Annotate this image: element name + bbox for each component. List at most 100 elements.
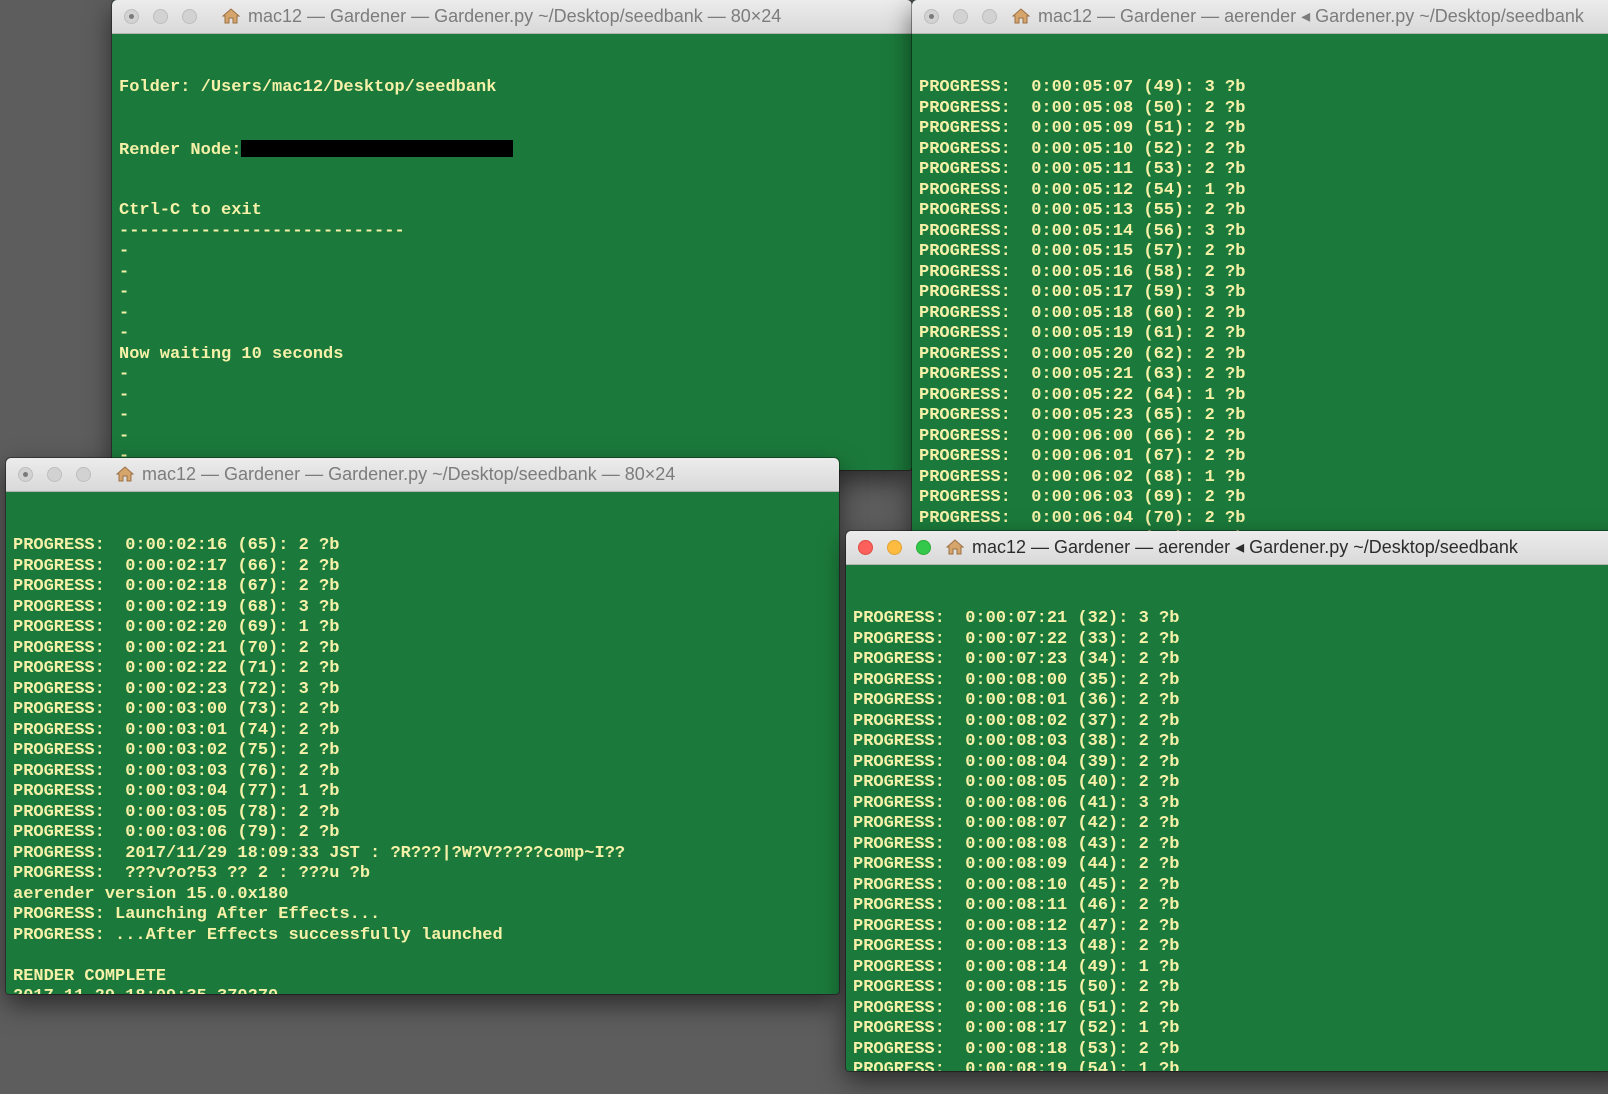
terminal-window-gardener-main[interactable]: mac12 — Gardener — Gardener.py ~/Desktop…	[112, 0, 912, 470]
window-title: mac12 — Gardener — Gardener.py ~/Desktop…	[116, 458, 675, 491]
terminal-line: -	[119, 262, 130, 282]
window-titlebar[interactable]: mac12 — Gardener — Gardener.py ~/Desktop…	[112, 0, 912, 34]
terminal-lines: PROGRESS: 0:00:05:07 (49): 3 ?b PROGRESS:…	[919, 78, 1608, 540]
terminal-line: PROGRESS: 0:00:07:23 (34): 2 ?b	[853, 650, 1180, 669]
desktop: mac12 — Gardener — Gardener.py ~/Desktop…	[0, 0, 1608, 1094]
terminal-line: -	[119, 426, 130, 446]
terminal-line: PROGRESS: 0:00:08:04 (39): 2 ?b	[853, 752, 1180, 772]
minimize-icon[interactable]	[47, 467, 62, 482]
terminal-line: PROGRESS: 0:00:02:21 (70): 2 ?b	[13, 638, 340, 658]
terminal-line-render-node: Render Node:	[119, 139, 912, 161]
terminal-line: PROGRESS: 0:00:08:19 (54): 1 ?b	[853, 1060, 1180, 1071]
zoom-icon[interactable]	[76, 467, 91, 482]
terminal-output[interactable]: PROGRESS: 0:00:07:21 (32): 3 ?b PROGRESS:…	[846, 565, 1608, 1071]
terminal-line: PROGRESS: 0:00:08:00 (35): 2 ?b	[853, 670, 1180, 690]
window-title-text: mac12 — Gardener — aerender ◂ Gardener.p…	[972, 537, 1518, 557]
terminal-line: PROGRESS: 0:00:07:22 (33): 2 ?b	[853, 629, 1180, 649]
terminal-line: PROGRESS: 0:00:08:06 (41): 3 ?b	[853, 793, 1180, 813]
home-icon	[1012, 8, 1030, 24]
terminal-line: PROGRESS: 0:00:05:11 (53): 2 ?b	[919, 160, 1246, 179]
terminal-output[interactable]: Folder: /Users/mac12/Desktop/seedbank Re…	[112, 34, 912, 470]
minimize-icon[interactable]	[153, 9, 168, 24]
terminal-line: PROGRESS: 0:00:08:03 (38): 2 ?b	[853, 732, 1180, 751]
terminal-line: -	[119, 242, 130, 261]
terminal-line: PROGRESS: 0:00:08:12 (47): 2 ?b	[853, 916, 1180, 936]
terminal-line: PROGRESS: 0:00:02:18 (67): 2 ?b	[13, 577, 340, 596]
terminal-line: PROGRESS: 0:00:08:11 (46): 2 ?b	[853, 896, 1180, 915]
home-icon	[222, 8, 240, 24]
terminal-line: PROGRESS: 0:00:08:02 (37): 2 ?b	[853, 711, 1180, 731]
terminal-line: PROGRESS: 0:00:05:23 (65): 2 ?b	[919, 406, 1246, 425]
window-controls	[124, 9, 211, 25]
terminal-line: PROGRESS: 0:00:05:09 (51): 2 ?b	[919, 119, 1246, 138]
terminal-line: -	[119, 406, 130, 425]
terminal-line: PROGRESS: 0:00:06:02 (68): 1 ?b	[919, 467, 1246, 487]
terminal-line: PROGRESS: 0:00:08:17 (52): 1 ?b	[853, 1019, 1180, 1038]
terminal-line: PROGRESS: 0:00:03:02 (75): 2 ?b	[13, 741, 340, 760]
terminal-line: PROGRESS: 0:00:06:04 (70): 2 ?b	[919, 508, 1246, 528]
terminal-window-aerender-1[interactable]: mac12 — Gardener — aerender ◂ Gardener.p…	[912, 0, 1608, 540]
terminal-line: PROGRESS: 0:00:02:19 (68): 3 ?b	[13, 597, 340, 617]
terminal-line: PROGRESS: 0:00:08:10 (45): 2 ?b	[853, 875, 1180, 895]
terminal-line: PROGRESS: 0:00:07:21 (32): 3 ?b	[853, 609, 1180, 628]
terminal-line: PROGRESS: 0:00:05:17 (59): 3 ?b	[919, 283, 1246, 302]
terminal-line: PROGRESS: 0:00:08:15 (50): 2 ?b	[853, 978, 1180, 997]
zoom-icon[interactable]	[982, 9, 997, 24]
terminal-line: 2017-11-29 18:09:35.370270	[13, 987, 839, 994]
window-title: mac12 — Gardener — aerender ◂ Gardener.p…	[1012, 0, 1584, 33]
close-icon[interactable]	[858, 540, 873, 555]
terminal-line: PROGRESS: 0:00:05:21 (63): 2 ?b	[919, 365, 1246, 384]
terminal-line: PROGRESS: 0:00:05:14 (56): 3 ?b	[919, 221, 1246, 241]
terminal-line: -	[119, 324, 130, 343]
window-controls	[18, 467, 105, 483]
terminal-line: -	[119, 365, 130, 384]
terminal-line: PROGRESS: 0:00:03:01 (74): 2 ?b	[13, 720, 340, 740]
terminal-line: PROGRESS: 0:00:08:13 (48): 2 ?b	[853, 937, 1180, 956]
terminal-line: RENDER COMPLETE	[13, 966, 167, 986]
terminal-line: PROGRESS: 0:00:06:03 (69): 2 ?b	[919, 488, 1246, 507]
terminal-line: ----------------------------	[119, 221, 405, 241]
terminal-output[interactable]: PROGRESS: 0:00:05:07 (49): 3 ?b PROGRESS:…	[912, 34, 1608, 540]
terminal-lines: Ctrl-C to exit --------------------------…	[119, 201, 912, 470]
window-titlebar[interactable]: mac12 — Gardener — aerender ◂ Gardener.p…	[846, 531, 1608, 565]
zoom-icon[interactable]	[182, 9, 197, 24]
window-title: mac12 — Gardener — aerender ◂ Gardener.p…	[946, 531, 1518, 564]
close-icon[interactable]	[18, 467, 33, 482]
redacted-block	[241, 139, 514, 157]
minimize-icon[interactable]	[887, 540, 902, 555]
window-titlebar[interactable]: mac12 — Gardener — aerender ◂ Gardener.p…	[912, 0, 1608, 34]
minimize-icon[interactable]	[953, 9, 968, 24]
terminal-line: PROGRESS: 0:00:03:00 (73): 2 ?b	[13, 700, 340, 719]
terminal-line: PROGRESS: 2017/11/29 18:09:33 JST : ?R??…	[13, 843, 626, 863]
terminal-line: -	[119, 283, 130, 302]
terminal-lines: PROGRESS: 0:00:02:16 (65): 2 ?b PROGRESS:…	[13, 536, 839, 994]
terminal-line: -	[119, 385, 130, 405]
window-title: mac12 — Gardener — Gardener.py ~/Desktop…	[222, 0, 781, 33]
terminal-lines: PROGRESS: 0:00:07:21 (32): 3 ?b PROGRESS:…	[853, 609, 1608, 1071]
terminal-line: PROGRESS: 0:00:05:07 (49): 3 ?b	[919, 78, 1246, 97]
close-icon[interactable]	[124, 9, 139, 24]
terminal-window-aerender-2[interactable]: mac12 — Gardener — aerender ◂ Gardener.p…	[846, 531, 1608, 1071]
terminal-line: PROGRESS: 0:00:06:01 (67): 2 ?b	[919, 447, 1246, 466]
window-controls	[858, 540, 945, 556]
terminal-line: PROGRESS: 0:00:02:16 (65): 2 ?b	[13, 536, 340, 555]
close-icon[interactable]	[924, 9, 939, 24]
terminal-line: PROGRESS: 0:00:08:09 (44): 2 ?b	[853, 855, 1180, 874]
terminal-line: Now waiting 10 seconds	[119, 344, 344, 364]
terminal-line: PROGRESS: 0:00:02:17 (66): 2 ?b	[13, 556, 340, 576]
terminal-window-gardener-2[interactable]: mac12 — Gardener — Gardener.py ~/Desktop…	[6, 458, 839, 994]
terminal-line: PROGRESS: 0:00:08:18 (53): 2 ?b	[853, 1039, 1180, 1059]
terminal-line: Ctrl-C to exit	[119, 201, 262, 220]
terminal-line: -	[119, 303, 130, 323]
terminal-output[interactable]: PROGRESS: 0:00:02:16 (65): 2 ?b PROGRESS:…	[6, 492, 839, 994]
terminal-line: aerender version 15.0.0x180	[13, 884, 289, 904]
zoom-icon[interactable]	[916, 540, 931, 555]
terminal-line: PROGRESS: 0:00:06:00 (66): 2 ?b	[919, 426, 1246, 446]
terminal-line: PROGRESS: ???v?o?53 ?? 2 : ???u ?b	[13, 864, 371, 883]
terminal-line: PROGRESS: 0:00:05:15 (57): 2 ?b	[919, 242, 1246, 261]
terminal-line: PROGRESS: 0:00:08:07 (42): 2 ?b	[853, 814, 1180, 833]
terminal-line: PROGRESS: 0:00:08:05 (40): 2 ?b	[853, 773, 1180, 792]
terminal-line: PROGRESS: 0:00:08:14 (49): 1 ?b	[853, 957, 1180, 977]
window-titlebar[interactable]: mac12 — Gardener — Gardener.py ~/Desktop…	[6, 458, 839, 492]
